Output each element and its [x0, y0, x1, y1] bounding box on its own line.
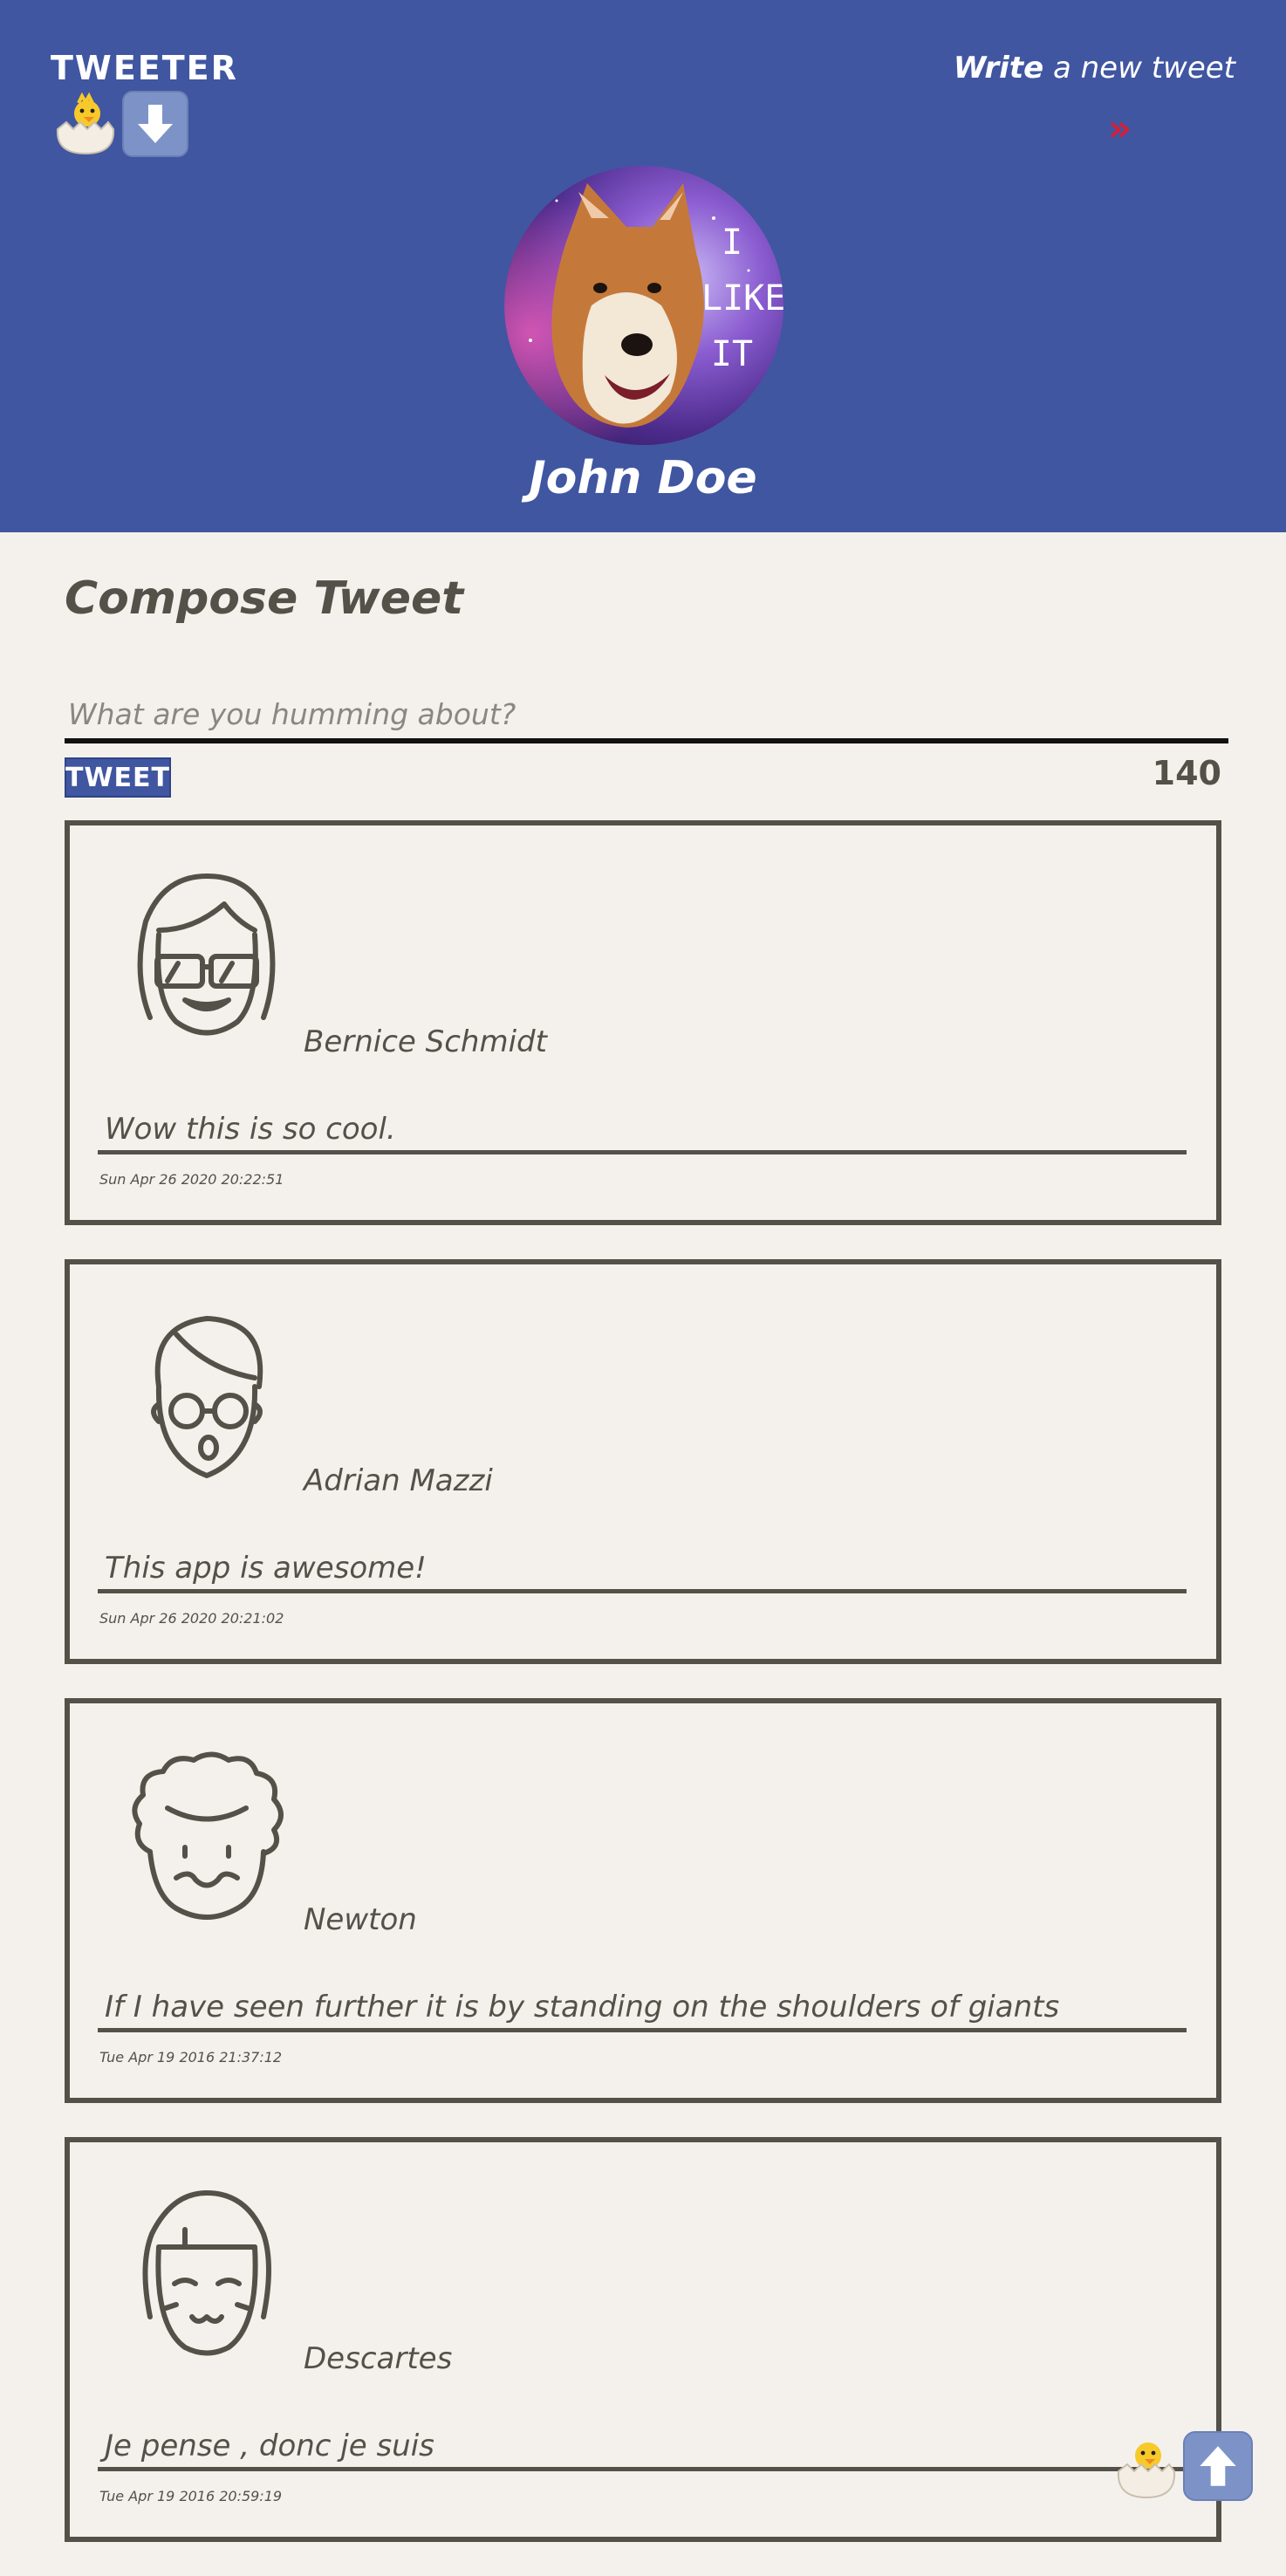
down-arrow-icon[interactable] [122, 91, 188, 157]
up-arrow-icon[interactable] [1183, 2431, 1253, 2501]
write-rest-label: a new tweet [1043, 51, 1235, 86]
tweet-button[interactable]: TWEET [65, 757, 171, 798]
write-new-tweet-link[interactable]: Write a new tweet [954, 51, 1235, 86]
hatching-chick-icon [52, 91, 119, 157]
tweet-card: Descartes Je pense , donc je suis Tue Ap… [65, 2137, 1221, 2542]
divider [98, 2028, 1187, 2032]
tweet-author[interactable]: Newton [304, 1902, 417, 1937]
tweet-content: Wow this is so cool. [105, 1112, 396, 1147]
avatar-caption-line: I [721, 223, 743, 263]
divider [98, 2467, 1187, 2471]
user-name: John Doe [529, 452, 757, 504]
tweet-timestamp: Tue Apr 19 2016 20:59:19 [99, 2488, 283, 2504]
brand-logo[interactable]: TWEETER [51, 49, 238, 87]
write-label: Write [953, 51, 1044, 86]
tweet-author[interactable]: Adrian Mazzi [304, 1463, 493, 1498]
tweet-timestamp: Sun Apr 26 2020 20:22:51 [99, 1171, 284, 1188]
character-counter: 140 [1152, 754, 1221, 792]
tweet-card: Adrian Mazzi This app is awesome! Sun Ap… [65, 1259, 1221, 1664]
bob-hair-avatar-icon [124, 2186, 290, 2360]
tweet-card: Newton If I have seen further it is by s… [65, 1698, 1221, 2103]
curly-hair-avatar-icon [124, 1747, 290, 1922]
tweet-input[interactable] [65, 689, 1228, 743]
tweet-content: Je pense , donc je suis [105, 2429, 434, 2463]
hatching-chick-icon [1113, 2431, 1180, 2501]
tweet-card: Bernice Schmidt Wow this is so cool. Sun… [65, 820, 1221, 1225]
tweet-timestamp: Tue Apr 19 2016 21:37:12 [99, 2049, 283, 2066]
avatar-caption-line: LIKE [701, 278, 783, 319]
avatar-caption: I LIKE IT [701, 215, 783, 382]
divider [98, 1150, 1187, 1154]
tweet-timestamp: Sun Apr 26 2020 20:21:02 [99, 1610, 284, 1627]
tweet-author[interactable]: Bernice Schmidt [304, 1024, 547, 1059]
avatar: I LIKE IT [504, 166, 783, 445]
double-chevron-icon[interactable]: » [1108, 110, 1132, 147]
scroll-top-control[interactable] [1113, 2431, 1253, 2501]
compose-title: Compose Tweet [65, 572, 464, 625]
divider [98, 1589, 1187, 1593]
tweet-content: This app is awesome! [105, 1551, 427, 1586]
tweet-author[interactable]: Descartes [304, 2341, 452, 2376]
boy-glasses-avatar-icon [124, 1308, 290, 1483]
girl-sunglasses-avatar-icon [124, 869, 290, 1044]
avatar-caption-line: IT [710, 334, 754, 374]
site-header: TWEETER Write a new tweet » I LIKE IT Jo… [0, 0, 1286, 532]
tweet-content: If I have seen further it is by standing… [105, 1990, 1060, 2024]
brand-icons [52, 91, 188, 157]
